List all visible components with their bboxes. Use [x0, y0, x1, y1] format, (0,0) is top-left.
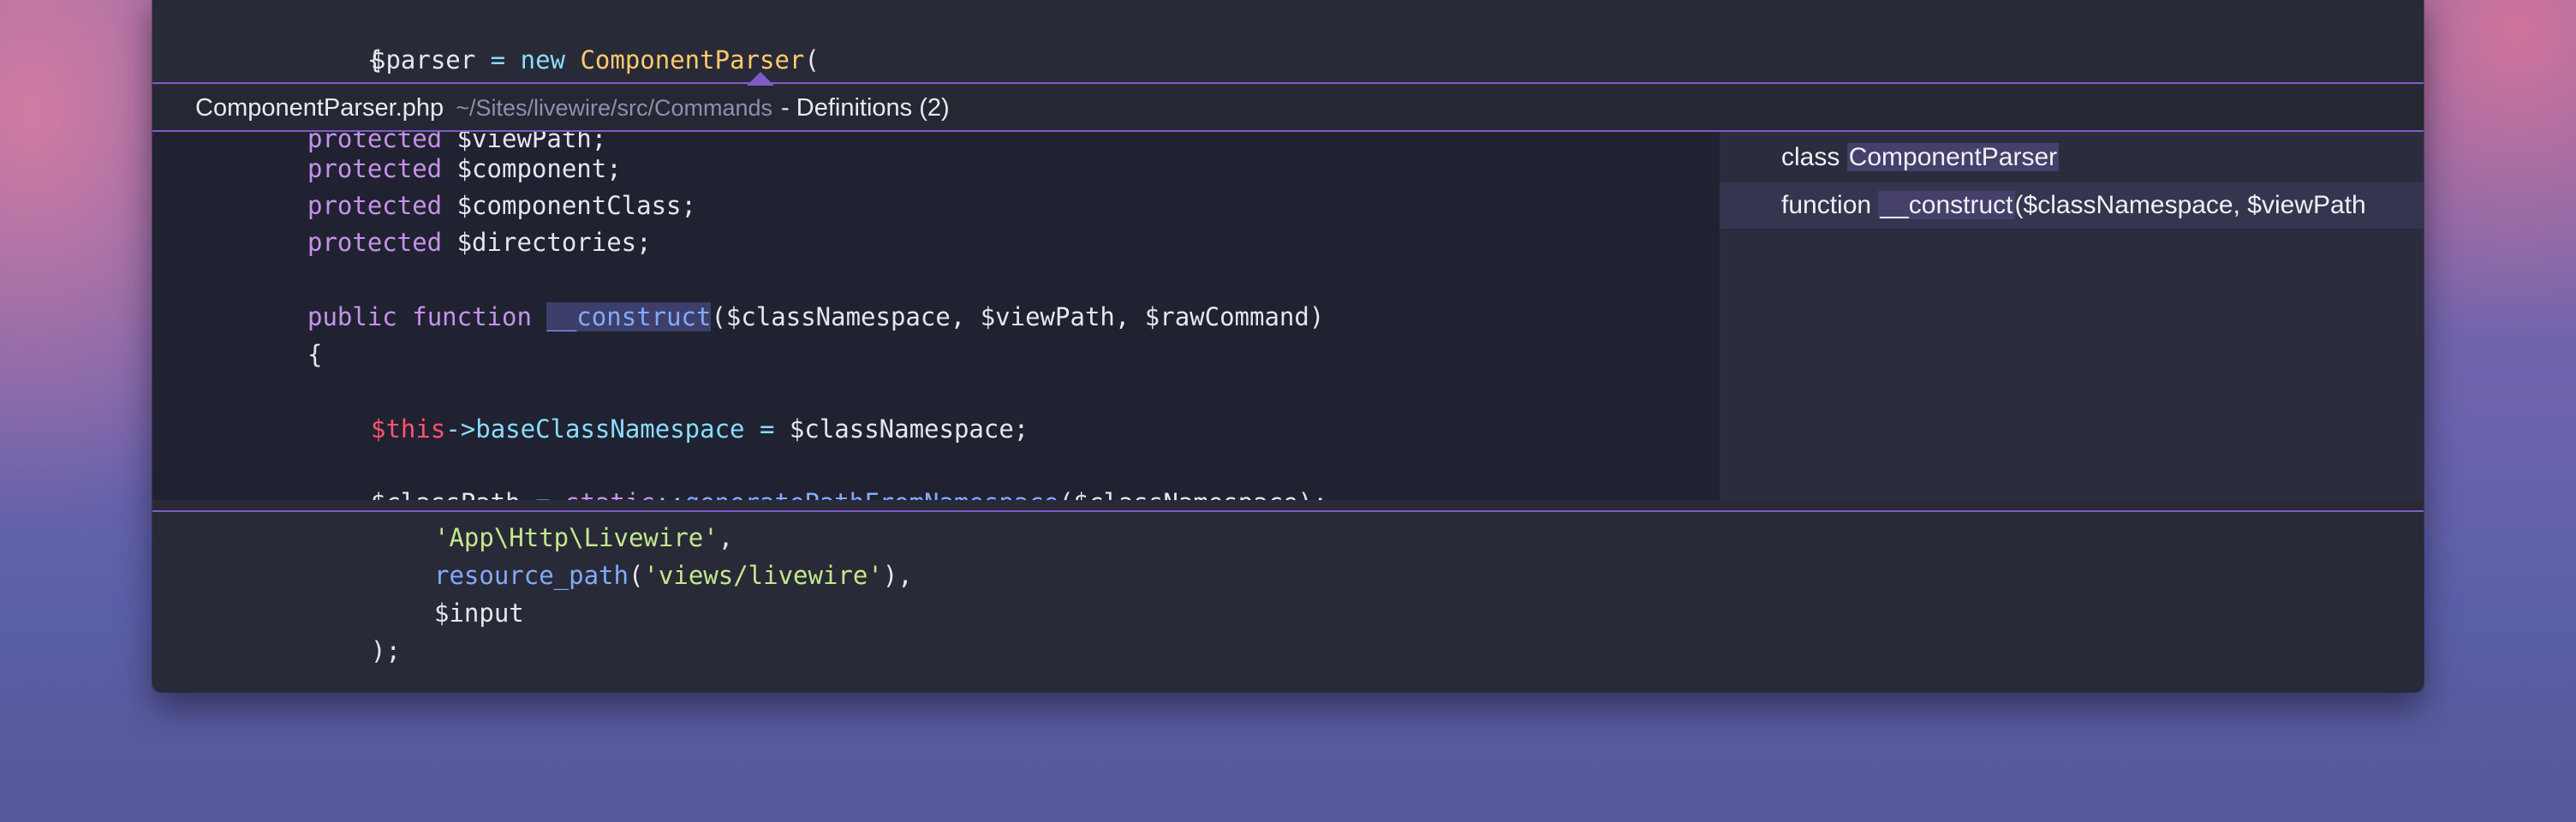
peek-references-list: class ComponentParser function __constru… [1720, 132, 2424, 500]
variable: $directories; [442, 228, 652, 257]
function-args: ($classNamespace); [1058, 488, 1327, 500]
peek-file-name[interactable]: ComponentParser.php [195, 94, 444, 122]
reference-name: __construct [1878, 191, 2015, 219]
code-line: resource_path('views/livewire'), [434, 557, 913, 594]
peek-header[interactable]: ComponentParser.php ~/Sites/livewire/src/… [152, 86, 2424, 130]
peek-top-border [152, 82, 2424, 84]
paren: ( [804, 45, 820, 74]
reference-kind: function [1781, 191, 1872, 219]
operator: = [744, 414, 790, 444]
comma: , [718, 523, 734, 552]
operator: :: [655, 488, 685, 500]
editor-window: { $parser = new ComponentParser( Compone… [152, 0, 2424, 692]
function-args: ($classNamespace, $viewPath, $rawCommand… [711, 302, 1325, 331]
function-name: __construct [546, 302, 712, 331]
keyword: protected [307, 191, 443, 220]
property: baseClassNamespace [475, 414, 745, 444]
reference-item-function[interactable]: function __construct($classNamespace, $v… [1720, 182, 2424, 229]
code-line: 'App\Http\Livewire', [434, 519, 733, 557]
reference-item-class[interactable]: class ComponentParser [1720, 134, 2424, 181]
this-keyword: $this [371, 414, 446, 444]
paren: ), [882, 561, 913, 590]
keyword: function [412, 302, 532, 331]
code-line: ); [371, 632, 401, 670]
peek-body: protected $viewPath; protected $componen… [152, 132, 2424, 500]
reference-kind: class [1781, 143, 1840, 171]
variable: $input [434, 599, 524, 628]
keyword-new: new [520, 45, 565, 74]
function-name: generatePathFromNamespace [685, 488, 1059, 500]
variable: $component; [442, 154, 622, 183]
code-line: protected $component; [307, 150, 622, 188]
variable: $componentClass; [442, 191, 696, 220]
code-line: public function __construct($classNamesp… [307, 298, 1324, 336]
keyword: public [307, 302, 397, 331]
operator: = [475, 45, 521, 74]
code-line: $this->baseClassNamespace = $classNamesp… [371, 410, 1029, 448]
reference-name: ComponentParser [1846, 143, 2060, 171]
peek-title-suffix: - Definitions (2) [781, 94, 950, 122]
keyword: static [565, 488, 655, 500]
string-literal: 'views/livewire' [643, 561, 883, 590]
paren: ( [628, 561, 644, 590]
peek-bottom-border [152, 510, 2424, 512]
peek-file-path: ~/Sites/livewire/src/Commands [456, 95, 773, 121]
reference-rest: ($classNamespace, $viewPath [2014, 191, 2366, 219]
code-line: $classPath = static::generatePathFromNam… [371, 484, 1327, 500]
brace: { [307, 340, 323, 369]
class-name: ComponentParser [580, 45, 805, 74]
peek-editor[interactable]: protected $viewPath; protected $componen… [152, 132, 1720, 500]
string-literal: 'App\Http\Livewire' [434, 523, 719, 552]
code-line: { [307, 3, 382, 74]
closing-paren: ); [371, 636, 401, 665]
operator: = [521, 488, 565, 500]
operator: -> [445, 414, 476, 444]
code-line: protected $componentClass; [307, 187, 696, 224]
variable: $classPath [371, 488, 521, 500]
keyword: protected [307, 228, 443, 257]
keyword: protected [307, 154, 443, 183]
variable: $classNamespace; [789, 414, 1029, 444]
code-line: $input [434, 594, 524, 632]
code-line: protected $directories; [307, 223, 652, 261]
code-line: { [307, 336, 322, 373]
function-name: resource_path [434, 561, 629, 590]
variable: $parser [371, 45, 476, 74]
